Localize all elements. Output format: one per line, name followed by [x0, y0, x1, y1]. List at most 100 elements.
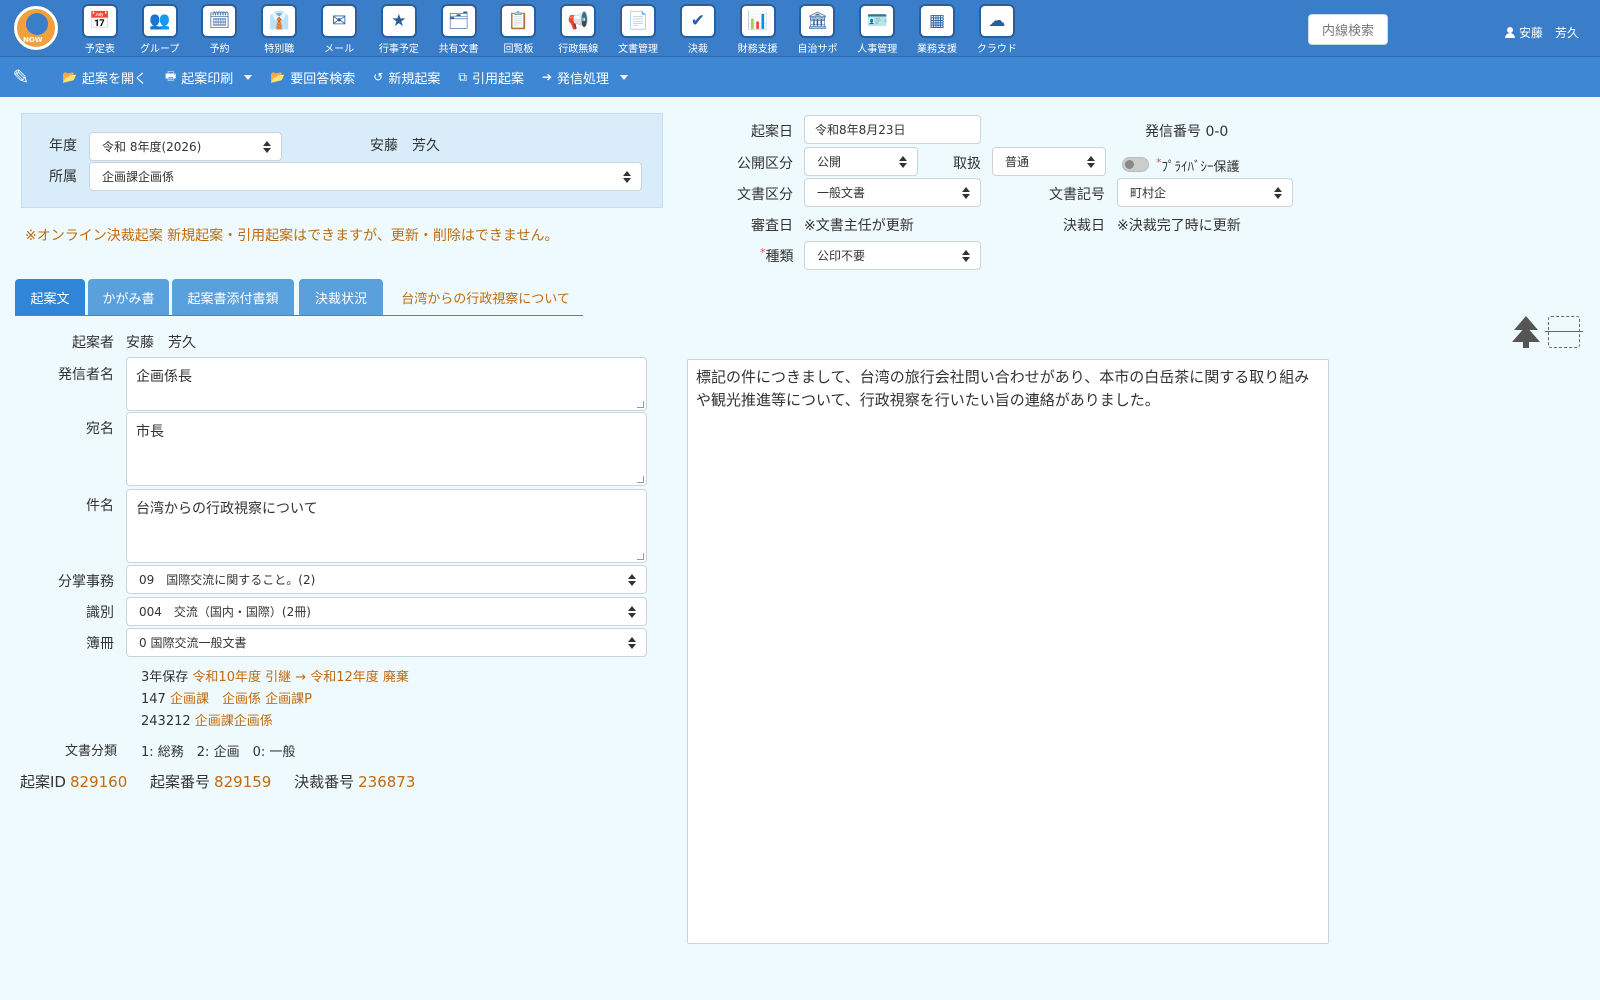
app-launcher-item[interactable]: ▦ 業務支援 — [907, 0, 967, 57]
draft-date-input[interactable]: 令和8年8月23日 — [804, 115, 981, 144]
app-icon: ★ — [380, 4, 417, 38]
affiliation-select[interactable]: 企画課企画係 — [89, 162, 642, 191]
kind-select[interactable]: 公印不要 — [804, 241, 981, 270]
subject-textarea[interactable]: 台湾からの行政視察について — [126, 489, 647, 563]
select-arrows-icon — [628, 606, 636, 618]
app-icon: 🗂 — [440, 4, 477, 38]
app-launcher-item[interactable]: 👔 特別職 — [249, 0, 309, 57]
app-launcher-item[interactable]: 🏛 自治サポ — [788, 0, 848, 57]
toolbar-label: 要回答検索 — [290, 71, 356, 87]
app-label: 人事管理 — [857, 44, 898, 55]
subject-label: 件名 — [86, 498, 114, 514]
toolbar-button[interactable]: ↺ 新規起案 — [373, 68, 440, 87]
decision-date-value: ※決裁完了時に更新 — [1117, 218, 1241, 234]
app-icon: 📋 — [500, 4, 537, 38]
app-launcher-item[interactable]: 🗓 予約 — [190, 0, 250, 57]
toolbar-button[interactable]: ⧉ 引用起案 — [458, 68, 524, 87]
addressee-textarea[interactable]: 市長 — [126, 412, 647, 486]
toolbar-icon: 🖶 — [164, 68, 177, 83]
tab-decision-status[interactable]: 決裁状況 — [299, 279, 383, 315]
privacy-toggle[interactable] — [1122, 157, 1149, 172]
app-launcher-item[interactable]: ☁ クラウド — [967, 0, 1027, 57]
select-arrows-icon — [899, 156, 907, 168]
ledger-label: 簿冊 — [86, 636, 114, 652]
decision-number-value: 236873 — [358, 773, 416, 791]
extension-search-button[interactable]: 内線検索 — [1308, 14, 1388, 45]
draft-body-textarea[interactable]: 標記の件につきまして、台湾の旅行会社問い合わせがあり、本市の白岳茶に関する取り組… — [687, 359, 1329, 944]
year-affiliation-panel: 年度 令和 8年度(2026) 安藤 芳久 所属 企画課企画係 — [21, 113, 663, 208]
app-launcher-item[interactable]: ★ 行事予定 — [369, 0, 429, 57]
app-icon: 🪪 — [859, 4, 896, 38]
retention-info: 3年保存 令和10年度 引継 → 令和12年度 廃棄 — [141, 666, 409, 685]
app-launcher-item[interactable]: 🗂 共有文書 — [429, 0, 489, 57]
section-code: 243212 — [141, 714, 191, 729]
app-launcher-item[interactable]: 📢 行政無線 — [548, 0, 608, 57]
app-launcher: 📅 予定表 👥 グループ 🗓 予約 👔 特別職 ✉ メール ★ 行事予定 🗂 共有文書 📋 回覧板 📢 行政無線 📄… — [70, 0, 1027, 57]
app-icon: ✉ — [321, 4, 358, 38]
document-category-select[interactable]: 一般文書 — [804, 178, 981, 207]
section-detail: 企画課企画係 — [194, 714, 273, 729]
document-symbol-select-value: 町村企 — [1130, 186, 1167, 200]
tab-attachments[interactable]: 起案書添付書類 — [172, 279, 294, 315]
tab-draft-text[interactable]: 起案文 — [15, 279, 85, 315]
app-icon: 👥 — [141, 4, 178, 38]
retention-period: 3年保存 — [141, 670, 189, 685]
app-launcher-item[interactable]: 🪪 人事管理 — [847, 0, 907, 57]
toolbar-icon: ⧉ — [458, 69, 467, 84]
tree-trunk — [1523, 342, 1529, 348]
send-number: 発信番号 0-0 — [1145, 124, 1229, 140]
id-row: 起案ID 829160 起案番号 829159 決裁番号 236873 — [20, 771, 433, 792]
privacy-label-text: ﾌﾟﾗｲﾊﾞｼｰ保護 — [1161, 160, 1240, 175]
toolbar-label: 起案を開く — [81, 71, 147, 87]
toolbar-icon: 📂 — [62, 70, 77, 84]
toolbar-button[interactable]: 📂 要回答検索 — [270, 68, 355, 87]
app-icon: 🏛 — [799, 4, 836, 38]
dept-code: 147 — [141, 692, 166, 707]
document-symbol-select[interactable]: 町村企 — [1117, 178, 1293, 207]
privacy-label: *ﾌﾟﾗｲﾊﾞｼｰ保護 — [1156, 156, 1240, 175]
app-launcher-item[interactable]: 📄 文書管理 — [608, 0, 668, 57]
app-launcher-item[interactable]: 📋 回覧板 — [489, 0, 549, 57]
app-label: 文書管理 — [618, 44, 659, 55]
toolbar-button[interactable]: 🖶 起案印刷 — [164, 67, 253, 88]
toolbar-icon: ➔ — [541, 70, 553, 84]
app-launcher-item[interactable]: 📊 財務支援 — [728, 0, 788, 57]
affiliation-label: 所属 — [49, 169, 77, 185]
now-logo[interactable]: NOW — [14, 6, 58, 50]
app-label: 財務支援 — [737, 44, 778, 55]
sender-textarea[interactable]: 企画係長 — [126, 357, 647, 411]
year-select[interactable]: 令和 8年度(2026) — [89, 132, 282, 161]
app-launcher-item[interactable]: ✉ メール — [309, 0, 369, 57]
identification-select[interactable]: 004 交流（国内・国際）(2冊) — [126, 597, 647, 626]
tab-cover-letter[interactable]: かがみ書 — [88, 279, 169, 315]
public-category-select[interactable]: 公開 — [804, 147, 918, 176]
edit-icon[interactable]: ✎ — [0, 57, 42, 97]
document-category-label: 文書区分 — [737, 187, 793, 203]
toolbar-button[interactable]: ➔ 発信処理 — [541, 68, 629, 87]
app-launcher-item[interactable]: ✔ 決裁 — [668, 0, 728, 57]
ledger-select-value: 0 国際交流一般文書 — [139, 636, 247, 650]
app-label: 特別職 — [264, 44, 295, 55]
review-date-value: ※文書主任が更新 — [804, 218, 914, 234]
app-launcher-item[interactable]: 👥 グループ — [130, 0, 190, 57]
app-icon: 📊 — [739, 4, 776, 38]
user-icon — [1505, 27, 1515, 38]
scan-document-icon[interactable] — [1545, 316, 1583, 348]
app-icon: ✔ — [679, 4, 716, 38]
select-arrows-icon — [962, 187, 970, 199]
app-launcher-item[interactable]: 📅 予定表 — [70, 0, 130, 57]
drafter-label: 起案者 — [72, 335, 114, 351]
tab-subject-link[interactable]: 台湾からの行政視察について — [388, 279, 583, 315]
app-icon: ☁ — [978, 4, 1015, 38]
review-date-label: 審査日 — [751, 218, 793, 234]
draft-number-label: 起案番号 — [150, 773, 211, 791]
duty-select[interactable]: 09 国際交流に関すること。(2) — [126, 565, 647, 594]
handling-select[interactable]: 普通 — [992, 147, 1106, 176]
caret-down-icon — [244, 74, 253, 80]
user-menu[interactable]: 安藤 芳久 — [1505, 24, 1579, 41]
ledger-select[interactable]: 0 国際交流一般文書 — [126, 628, 647, 657]
affiliation-select-value: 企画課企画係 — [102, 170, 175, 184]
dept-detail: 企画課 企画係 企画課P — [169, 692, 312, 707]
tab-bar: 起案文 かがみ書 起案書添付書類 決裁状況 台湾からの行政視察について — [15, 279, 583, 316]
toolbar-button[interactable]: 📂 起案を開く — [62, 68, 147, 87]
